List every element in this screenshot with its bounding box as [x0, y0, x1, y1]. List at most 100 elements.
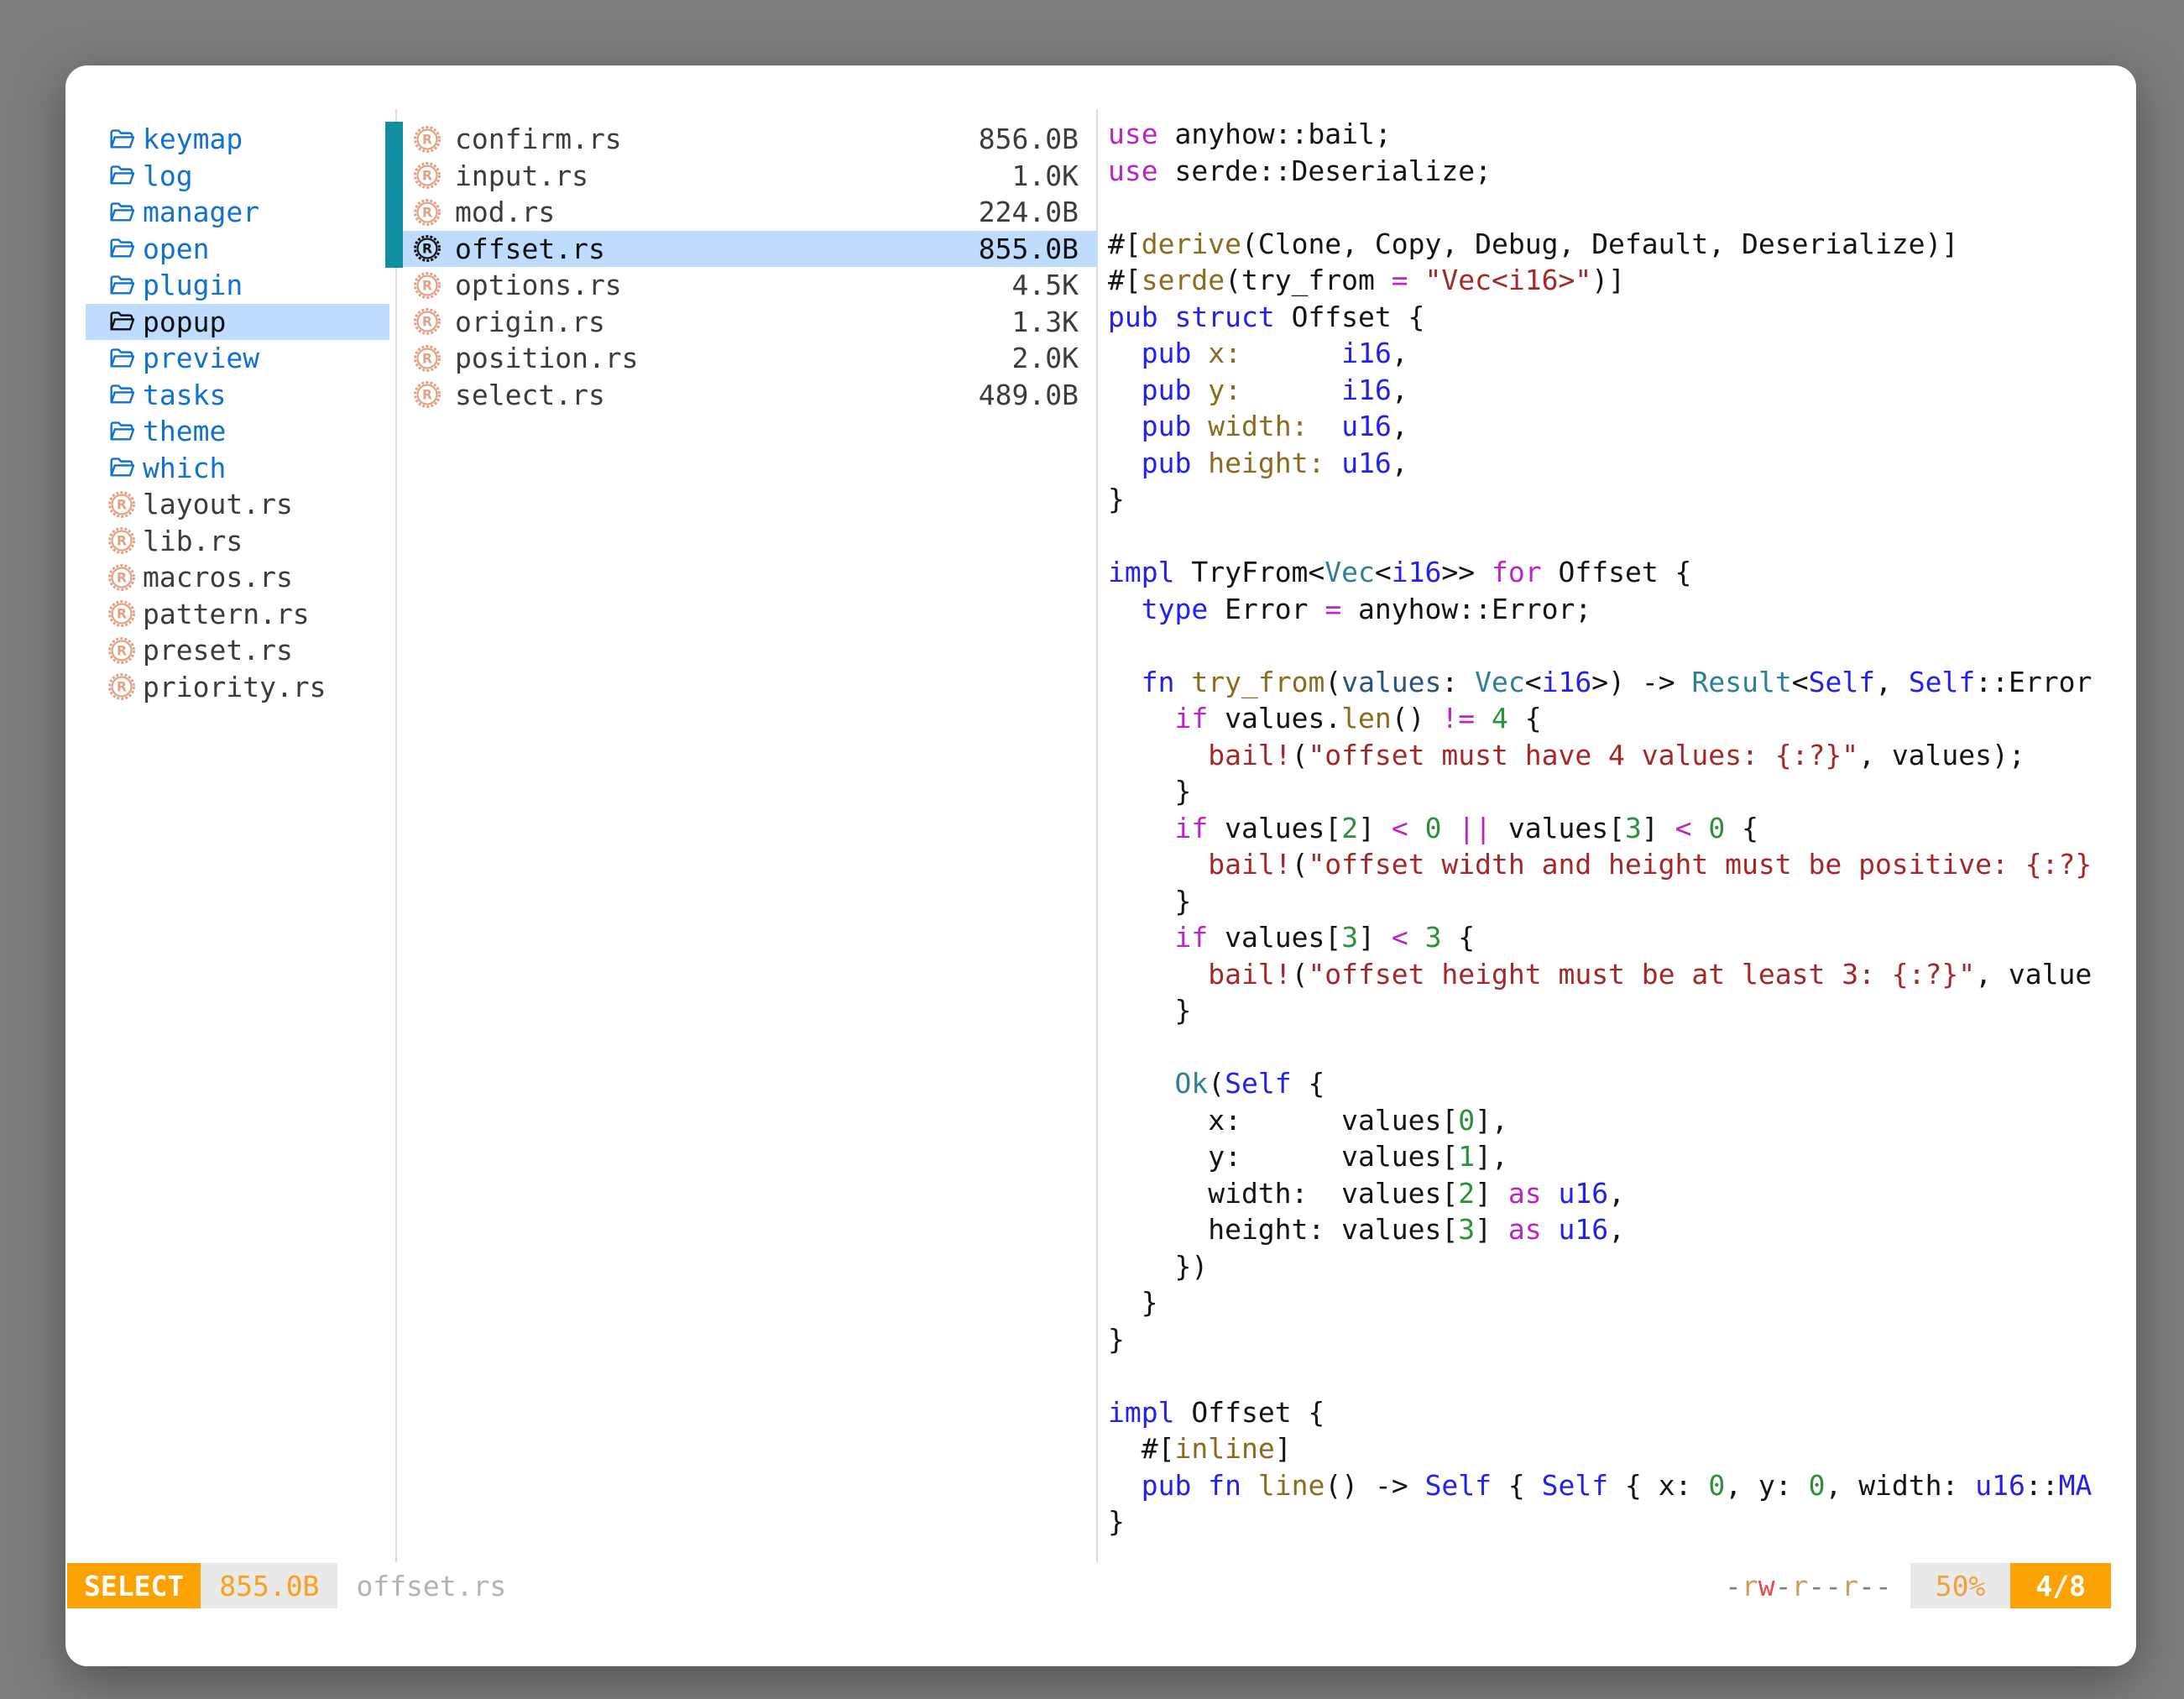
- sidebar-item-tasks[interactable]: tasks: [86, 377, 389, 414]
- file-name: offset.rs: [455, 233, 605, 265]
- sidebar-item-layout-rs[interactable]: Rlayout.rs: [86, 486, 389, 523]
- rust-icon: R: [107, 563, 136, 592]
- svg-text:R: R: [422, 315, 432, 330]
- code-line: pub struct Offset {: [1108, 299, 2135, 336]
- status-file-size: 855.0B: [201, 1563, 337, 1608]
- rust-icon: R: [107, 672, 136, 701]
- sidebar-item-log[interactable]: log: [86, 158, 389, 195]
- code-line: [1108, 627, 2135, 664]
- svg-text:R: R: [117, 680, 127, 695]
- file-name: options.rs: [455, 269, 622, 301]
- folder-open-icon: [107, 234, 136, 263]
- sidebar-item-label: open: [143, 233, 209, 265]
- code-line: pub width: u16,: [1108, 408, 2135, 445]
- file-size: 4.5K: [1012, 269, 1079, 301]
- svg-text:R: R: [117, 570, 127, 585]
- file-row-position-rs[interactable]: Rposition.rs 2.0K: [403, 340, 1097, 377]
- file-name: origin.rs: [455, 306, 605, 338]
- sidebar-item-label: popup: [143, 306, 226, 338]
- file-size: 1.3K: [1012, 306, 1079, 338]
- svg-text:R: R: [117, 607, 127, 622]
- sidebar-item-label: priority.rs: [143, 671, 327, 703]
- code-line: if values[3] < 3 {: [1108, 919, 2135, 956]
- sidebar-item-label: keymap: [143, 123, 243, 155]
- svg-text:R: R: [117, 534, 127, 549]
- mode-badge: SELECT: [67, 1563, 201, 1608]
- folder-open-icon: [107, 198, 136, 227]
- code-line: type Error = anyhow::Error;: [1108, 591, 2135, 628]
- rust-icon: R: [413, 344, 442, 373]
- file-name: position.rs: [455, 342, 639, 374]
- code-line: }: [1108, 481, 2135, 518]
- sidebar-item-plugin[interactable]: plugin: [86, 267, 389, 304]
- svg-text:R: R: [422, 169, 432, 184]
- code-line: bail!("offset must have 4 values: {:?}",…: [1108, 737, 2135, 774]
- sidebar-item-keymap[interactable]: keymap: [86, 121, 389, 158]
- folder-open-icon: [107, 161, 136, 190]
- code-line: }): [1108, 1248, 2135, 1285]
- code-line: Ok(Self {: [1108, 1065, 2135, 1102]
- sidebar-item-theme[interactable]: theme: [86, 413, 389, 450]
- sidebar-item-label: preview: [143, 342, 259, 374]
- file-row-input-rs[interactable]: Rinput.rs1.0K: [403, 158, 1097, 195]
- sidebar-item-which[interactable]: which: [86, 450, 389, 487]
- file-size: 1.0K: [1012, 159, 1079, 192]
- file-row-offset-rs[interactable]: Roffset.rs855.0B: [403, 231, 1097, 268]
- sidebar-item-label: pattern.rs: [143, 598, 310, 630]
- folder-open-icon: [107, 453, 136, 482]
- file-row-options-rs[interactable]: Roptions.rs 4.5K: [403, 267, 1097, 304]
- svg-text:R: R: [422, 278, 432, 293]
- yazi-window: keymaplogmanageropen plugin popup previewta…: [65, 65, 2136, 1666]
- code-line: fn try_from(values: Vec<i16>) -> Result<…: [1108, 664, 2135, 701]
- code-line: bail!("offset height must be at least 3:…: [1108, 956, 2135, 993]
- sidebar-item-preset-rs[interactable]: Rpreset.rs: [86, 632, 389, 669]
- code-line: [1108, 1357, 2135, 1394]
- sidebar-item-label: which: [143, 452, 226, 484]
- code-line: use anyhow::bail;: [1108, 116, 2135, 153]
- sidebar-item-label: lib.rs: [143, 525, 243, 557]
- code-line: pub height: u16,: [1108, 445, 2135, 482]
- code-line: width: values[2] as u16,: [1108, 1175, 2135, 1212]
- sidebar-item-macros-rs[interactable]: Rmacros.rs: [86, 559, 389, 596]
- sidebar-item-label: plugin: [143, 269, 243, 301]
- status-bar: SELECT 855.0B offset.rs -rw-r--r-- 50% 4…: [65, 1563, 2136, 1608]
- status-permissions: -rw-r--r--: [1725, 1563, 1892, 1608]
- status-scroll-percent: 50%: [1910, 1563, 2011, 1608]
- sidebar-item-manager[interactable]: manager: [86, 194, 389, 231]
- file-row-mod-rs[interactable]: Rmod.rs224.0B: [403, 194, 1097, 231]
- code-line: [1108, 518, 2135, 555]
- status-file-name: offset.rs: [337, 1563, 506, 1608]
- file-row-origin-rs[interactable]: Rorigin.rs 1.3K: [403, 304, 1097, 341]
- sidebar-item-open[interactable]: open: [86, 231, 389, 268]
- code-line: if values[2] < 0 || values[3] < 0 {: [1108, 810, 2135, 847]
- svg-text:R: R: [117, 497, 127, 512]
- code-line: }: [1108, 1503, 2135, 1540]
- sidebar-item-lib-rs[interactable]: Rlib.rs: [86, 523, 389, 560]
- svg-text:R: R: [422, 242, 432, 257]
- status-cursor-position: 4/8: [2010, 1563, 2111, 1608]
- code-line: pub x: i16,: [1108, 335, 2135, 372]
- folder-open-icon: [107, 380, 136, 409]
- file-size: 856.0B: [979, 123, 1079, 155]
- code-line: }: [1108, 992, 2135, 1029]
- sidebar-item-label: preset.rs: [143, 634, 293, 667]
- svg-text:R: R: [422, 132, 432, 147]
- code-line: #[serde(try_from = "Vec<i16>")]: [1108, 262, 2135, 299]
- file-size: 2.0K: [1012, 342, 1079, 374]
- sidebar-item-preview[interactable]: preview: [86, 340, 389, 377]
- file-row-confirm-rs[interactable]: Rconfirm.rs 856.0B: [403, 121, 1097, 158]
- file-name: confirm.rs: [455, 123, 622, 155]
- code-line: }: [1108, 883, 2135, 920]
- rust-icon: R: [413, 271, 442, 300]
- status-right: -rw-r--r-- 50% 4/8: [1725, 1563, 2111, 1608]
- parent-pane: keymaplogmanageropen plugin popup previewta…: [86, 121, 389, 705]
- sidebar-item-pattern-rs[interactable]: Rpattern.rs: [86, 596, 389, 633]
- folder-open-icon: [107, 125, 136, 154]
- file-size: 489.0B: [979, 379, 1079, 411]
- rust-icon: R: [107, 636, 136, 665]
- file-row-select-rs[interactable]: Rselect.rs489.0B: [403, 377, 1097, 414]
- code-line: impl Offset {: [1108, 1394, 2135, 1431]
- sidebar-item-popup[interactable]: popup: [86, 304, 389, 341]
- sidebar-item-priority-rs[interactable]: Rpriority.rs: [86, 669, 389, 706]
- rust-icon: R: [107, 526, 136, 555]
